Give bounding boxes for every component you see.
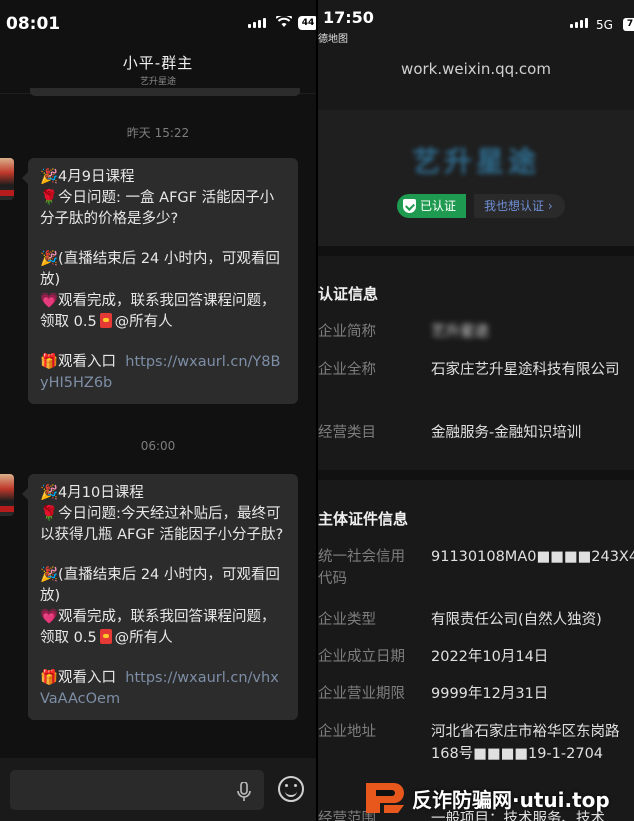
info-value: 有限责任公司(自然人独资) [431,612,602,628]
info-value: 石家庄艺升星途科技有限公司 [431,362,620,378]
message-line: 🎁观看入口 https://wxaurl.cn/vhxVaAAcOem [40,668,288,710]
brand-name: 艺升星途 [411,145,540,178]
message-line: 💗观看完成，联系我回答课程问题，领取 0.5 @所有人 [40,607,288,649]
status-time: 08:01 [6,14,61,34]
info-key: 企业全称 [318,362,376,378]
microphone-icon[interactable] [237,782,251,802]
battery-indicator: 7 [623,18,634,31]
license-info-section: 主体证件信息 统一社会信用代码 91130108MA0■■■■243X4 企业类… [318,480,634,821]
verified-label: 已认证 [420,199,457,213]
back-to-app-link[interactable]: 德地图 [318,30,348,45]
chat-title: 小平-群主 [122,54,194,72]
mention-all: @所有人 [114,314,173,330]
info-value: 艺升星途 [431,324,489,340]
mention-all: @所有人 [114,630,173,646]
brand-card: 艺升星途 已认证 我也想认证 › [318,110,634,246]
message-line: 🎉4月10日课程 [40,485,144,501]
chat-input-bar [0,758,316,821]
message-line: 💗观看完成，联系我回答课程问题，领取 0.5 @所有人 [40,291,288,333]
avatar[interactable] [0,158,14,200]
previous-message-bubble [30,88,300,96]
wifi-icon [276,16,292,27]
info-key: 企业成立日期 [318,649,405,665]
message-timestamp: 昨天 15:22 [126,126,190,140]
avatar[interactable] [0,474,14,516]
red-envelope-icon [99,313,112,328]
info-value: 91130108MA0■■■■243X4 [431,549,634,565]
info-value: 金融服务-金融知识培训 [431,425,582,441]
watermark: 反诈防骗网·utui.top [364,778,634,818]
status-bar: 08:01 44 [0,0,316,46]
want-verify-button[interactable]: 我也想认证 › [474,194,565,218]
message-input[interactable] [10,770,264,810]
emoji-icon[interactable] [278,776,304,802]
message-line: 🌹今日问题: 一盒 AFGF 活能因子小分子肽的价格是多少? [40,190,275,227]
wework-verification-panel: 17:50 德地图 5G 7 work.weixin.qq.com 艺升星途 已… [318,0,634,821]
cert-info-section: 认证信息 企业简称 艺升星途 企业全称 石家庄艺升星途科技有限公司 经营类目 金… [318,256,634,470]
page-url: work.weixin.qq.com [401,60,551,78]
message-line: 🎉4月9日课程 [40,169,135,185]
message-text: 🎁观看入口 [40,354,121,370]
watermark-logo-icon [366,783,404,813]
message-timestamp: 06:00 [140,439,176,453]
signal-icon [570,18,588,28]
status-time: 17:50 [323,8,374,27]
section-title: 认证信息 [318,285,379,303]
message-line: 🎉(直播结束后 24 小时内，可观看回放) [40,567,280,604]
message-line: 🎉(直播结束后 24 小时内，可观看回放) [40,251,280,288]
section-separator [318,470,634,480]
section-separator [318,246,634,256]
signal-icon [248,18,266,28]
message-text: 🎁观看入口 [40,670,121,686]
info-key: 企业营业期限 [318,686,405,702]
battery-indicator: 44 [298,16,316,30]
section-title: 主体证件信息 [318,510,409,528]
message-line: 🎁观看入口 https://wxaurl.cn/Y8ByHI5HZ6b [40,352,288,394]
verified-badge: 已认证 [397,194,467,218]
watermark-text: 反诈防骗网·utui.top [412,787,610,812]
chat-subtitle: 艺升星途 [139,77,176,87]
info-key: 统一社会信用代码 [318,549,405,587]
wechat-chat-panel: 08:01 44 小平-群主 艺升星途 昨天 15:22 🎉4月9日课程 🌹今日… [0,0,316,821]
info-key: 经营类目 [318,425,376,441]
network-type: 5G [596,18,613,32]
red-envelope-icon [99,629,112,644]
info-key: 企业类型 [318,612,376,628]
info-value: 9999年12月31日 [431,686,549,702]
info-key: 企业简称 [318,324,376,340]
info-key: 企业地址 [318,724,376,740]
chat-header[interactable]: 小平-群主 艺升星途 [0,46,316,94]
message-bubble[interactable]: 🎉4月10日课程 🌹今日问题:今天经过补贴后，最终可以获得几瓶 AFGF 活能因… [22,474,298,720]
message-bubble[interactable]: 🎉4月9日课程 🌹今日问题: 一盒 AFGF 活能因子小分子肽的价格是多少? 🎉… [22,158,298,404]
message-line: 🌹今日问题:今天经过补贴后，最终可以获得几瓶 AFGF 活能因子小分子肽? [40,506,284,543]
shield-check-icon [403,199,416,213]
info-value: 河北省石家庄市裕华区东岗路168号■■■■19-1-2704 [431,724,620,762]
info-value: 2022年10月14日 [431,649,549,665]
